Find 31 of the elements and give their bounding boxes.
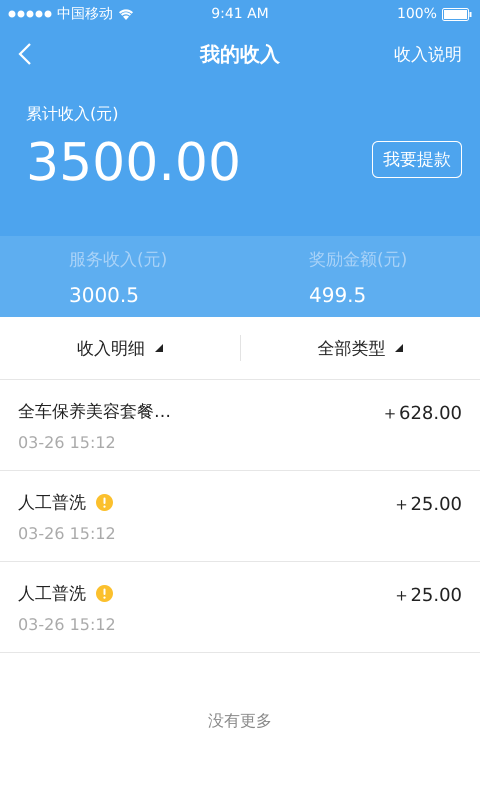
income-record[interactable]: 人工普洗 03-26 15:12 ＋25.00 — [0, 471, 480, 562]
record-title: 人工普洗 — [18, 583, 86, 605]
record-amount: ＋25.00 — [392, 493, 462, 517]
no-more-text: 没有更多 — [208, 711, 272, 730]
carrier-name: 中国移动 — [57, 5, 113, 23]
record-date: 03-26 15:12 — [18, 615, 116, 634]
battery-percent: 100% — [396, 6, 437, 22]
total-income-amount: 3500.00 — [26, 137, 242, 189]
battery-icon — [442, 8, 472, 20]
income-record[interactable]: 全车保养美容套餐… 03-26 15:12 ＋628.00 — [0, 380, 480, 471]
record-title: 人工普洗 — [18, 492, 86, 514]
record-date: 03-26 15:12 — [18, 433, 117, 452]
page-title: 我的收入 — [198, 40, 281, 68]
total-income-label: 累计收入(元) — [26, 104, 120, 125]
caret-icon — [154, 344, 163, 352]
back-button[interactable] — [18, 42, 34, 66]
filter-dropdown[interactable]: 全部类型 — [313, 332, 408, 364]
filter-dropdown[interactable]: 收入明细 — [72, 332, 167, 364]
record-amount: ＋25.00 — [392, 584, 462, 608]
stat-label: 服务收入(元) — [69, 249, 168, 271]
stat-value: 499.5 — [309, 283, 368, 307]
stat-label: 奖励金额(元) — [309, 249, 408, 271]
signal-icon — [8, 10, 52, 18]
stat-value: 3000.5 — [69, 283, 140, 307]
record-amount: ＋628.00 — [381, 402, 462, 426]
caret-icon — [395, 344, 404, 352]
record-date: 03-26 15:12 — [18, 524, 116, 543]
wifi-icon — [118, 8, 134, 20]
record-title: 全车保养美容套餐… — [18, 401, 171, 423]
income-record[interactable]: 人工普洗 03-26 15:12 ＋25.00 — [0, 562, 480, 653]
status-time: 9:41 AM — [211, 6, 269, 22]
